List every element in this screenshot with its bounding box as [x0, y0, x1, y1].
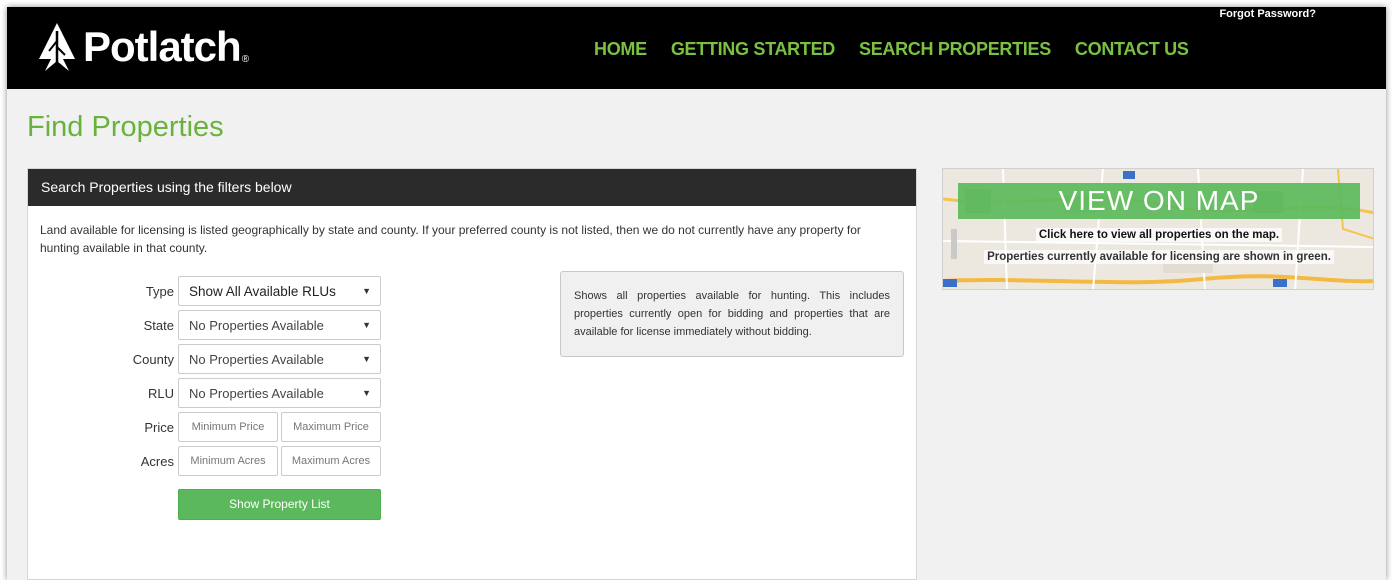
main-nav: HOME GETTING STARTED SEARCH PROPERTIES C…	[594, 39, 1189, 60]
show-property-list-button[interactable]: Show Property List	[178, 489, 381, 520]
chevron-down-icon: ▼	[362, 354, 371, 364]
brand-name: Potlatch	[83, 23, 242, 70]
county-select-value: No Properties Available	[189, 351, 324, 367]
tree-logo-icon	[39, 23, 75, 71]
max-price-input[interactable]: Maximum Price	[281, 412, 381, 442]
registered-mark: ®	[241, 54, 250, 65]
page-title: Find Properties	[27, 111, 224, 143]
nav-home[interactable]: HOME	[594, 39, 647, 60]
search-intro-text: Land available for licensing is listed g…	[40, 223, 861, 255]
potlatch-logo[interactable]: Potlatch ®	[37, 15, 249, 79]
min-price-input[interactable]: Minimum Price	[178, 412, 278, 442]
price-inputs: Minimum Price Maximum Price	[178, 412, 381, 442]
chevron-down-icon: ▼	[362, 388, 371, 398]
price-label: Price	[144, 419, 174, 435]
map-caption: Click here to view all properties on the…	[943, 228, 1373, 242]
browser-page: Potlatch ® Forgot Password? HOME GETTING…	[7, 7, 1386, 580]
nav-search-properties[interactable]: SEARCH PROPERTIES	[859, 39, 1051, 60]
site-header: Potlatch ® Forgot Password? HOME GETTING…	[7, 7, 1386, 89]
state-select-value: No Properties Available	[189, 317, 324, 333]
rlu-select[interactable]: No Properties Available ▼	[178, 378, 381, 408]
map-caption-text: Click here to view all properties on the…	[1035, 228, 1283, 242]
nav-getting-started[interactable]: GETTING STARTED	[671, 39, 835, 60]
max-acres-input[interactable]: Maximum Acres	[281, 446, 381, 476]
rlu-select-value: No Properties Available	[189, 385, 324, 401]
map-subcaption: Properties currently available for licen…	[943, 250, 1373, 264]
type-row: Type Show All Available RLUs ▼	[28, 276, 381, 306]
county-label: County	[132, 351, 174, 367]
county-select[interactable]: No Properties Available ▼	[178, 344, 381, 374]
price-row: Price Minimum Price Maximum Price	[28, 412, 381, 442]
acres-row: Acres Minimum Acres Maximum Acres	[28, 446, 381, 476]
type-select[interactable]: Show All Available RLUs ▼	[178, 276, 381, 306]
type-info-box: Shows all properties available for hunti…	[560, 271, 904, 357]
min-acres-input[interactable]: Minimum Acres	[178, 446, 278, 476]
nav-contact-us[interactable]: CONTACT US	[1075, 39, 1189, 60]
type-select-value: Show All Available RLUs	[189, 283, 336, 299]
chevron-down-icon: ▼	[362, 320, 371, 330]
state-label: State	[143, 317, 174, 333]
county-row: County No Properties Available ▼	[28, 344, 381, 374]
view-on-map-card[interactable]: VIEW ON MAP Click here to view all prope…	[942, 168, 1374, 290]
chevron-down-icon: ▼	[362, 286, 371, 296]
forgot-password-link[interactable]: Forgot Password?	[1219, 8, 1316, 20]
map-subcaption-text: Properties currently available for licen…	[984, 250, 1334, 264]
acres-inputs: Minimum Acres Maximum Acres	[178, 446, 381, 476]
rlu-label: RLU	[147, 385, 174, 401]
state-select[interactable]: No Properties Available ▼	[178, 310, 381, 340]
type-label: Type	[145, 283, 174, 299]
acres-label: Acres	[140, 453, 174, 469]
search-panel: Search Properties using the filters belo…	[27, 168, 917, 580]
state-row: State No Properties Available ▼	[28, 310, 381, 340]
rlu-row: RLU No Properties Available ▼	[28, 378, 381, 408]
search-panel-heading: Search Properties using the filters belo…	[28, 169, 916, 206]
view-on-map-button[interactable]: VIEW ON MAP	[958, 183, 1360, 219]
